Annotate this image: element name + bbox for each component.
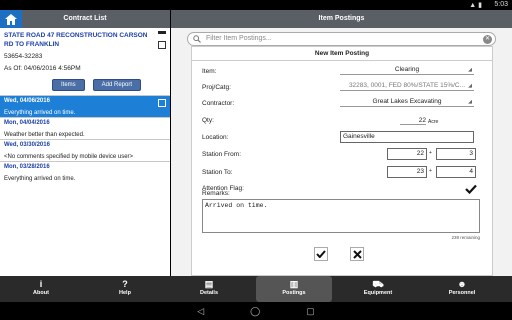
tab-label: About (33, 290, 49, 296)
collapse-icon[interactable] (158, 31, 166, 34)
system-nav-bar: ◁ ◯ ▢ (0, 302, 512, 320)
signal-icon: ▲ ▮ (469, 2, 482, 9)
report-text: <No comments specified by mobile device … (4, 154, 134, 160)
status-bar: ▲ ▮ 5:03 (0, 0, 512, 10)
report-text: Everything arrived on time. (4, 110, 76, 116)
report-text: Everything arrived on time. (4, 176, 76, 182)
station-from-a-input[interactable]: 22 (387, 148, 427, 160)
items-button[interactable]: Items (52, 79, 85, 91)
tab-label: Help (119, 290, 131, 296)
proj-catg-select[interactable]: 32283, 0001, FED 80%/STATE 15%/C... ◢ (340, 81, 474, 91)
back-icon[interactable]: ◁ (197, 306, 204, 317)
contract-list-title: Contract List (63, 15, 107, 22)
remarks-remaining: 239 remaining (451, 235, 480, 240)
tab-about[interactable]: i About (20, 276, 62, 302)
dropdown-arrow-icon: ◢ (468, 99, 472, 105)
tab-details[interactable]: ▤ Details (188, 276, 230, 302)
report-entry[interactable]: Wed, 03/30/2016 <No comments specified b… (0, 139, 170, 161)
new-item-posting-form: New Item Posting Item: Clearing ◢ Proj/Ca… (191, 46, 493, 276)
bottom-tab-bar: i About ? Help ▤ Details ▥ Postings ⛟ Eq… (0, 276, 512, 302)
dropdown-arrow-icon: ◢ (468, 67, 472, 73)
contract-summary: STATE ROAD 47 RECONSTRUCTION CARSON RD T… (0, 28, 170, 75)
clock: 5:03 (494, 1, 508, 8)
qty-label: Qty: (202, 117, 214, 124)
contractor-select[interactable]: Great Lakes Excavating ◢ (340, 97, 474, 107)
item-label: Item: (202, 68, 217, 75)
location-label: Location: (202, 134, 229, 141)
dropdown-arrow-icon: ◢ (468, 83, 472, 89)
checkmark-icon (465, 184, 477, 195)
tab-label: Equipment (363, 290, 393, 296)
tab-help[interactable]: ? Help (104, 276, 146, 302)
contract-actions: Items Add Report (0, 75, 170, 95)
station-to-label: Station To: (202, 169, 233, 176)
clear-filter-icon[interactable]: ✕ (483, 35, 492, 44)
add-report-button[interactable]: Add Report (92, 79, 142, 91)
contractor-label: Contractor: (202, 100, 235, 107)
equipment-icon: ⛟ (372, 279, 384, 289)
report-entry[interactable]: Wed, 04/06/2016 Everything arrived on ti… (0, 95, 170, 117)
item-select-value: Clearing (394, 66, 420, 73)
station-to-a-input[interactable]: 23 (387, 166, 427, 178)
tab-personnel[interactable]: ☻ Personnel (440, 276, 484, 302)
contract-title: STATE ROAD 47 RECONSTRUCTION CARSON RD T… (4, 32, 148, 48)
recents-icon[interactable]: ▢ (306, 306, 315, 317)
home-button[interactable] (0, 10, 22, 28)
edit-contract-icon[interactable] (158, 41, 166, 49)
filter-placeholder: Filter Item Postings... (206, 35, 272, 42)
report-date: Wed, 04/06/2016 (4, 98, 50, 104)
proj-catg-value: 32283, 0001, FED 80%/STATE 15%/C... (348, 82, 466, 89)
contractor-value: Great Lakes Excavating (372, 98, 442, 105)
tab-equipment[interactable]: ⛟ Equipment (356, 276, 400, 302)
close-icon (352, 249, 362, 259)
item-postings-panel: Item Postings Filter Item Postings... ✕ … (171, 10, 512, 276)
proj-catg-label: Proj/Catg: (202, 84, 231, 91)
qty-unit: Acre (428, 119, 439, 125)
remarks-label: Remarks: (202, 190, 230, 197)
contract-list-header: Contract List (0, 10, 170, 28)
remarks-textarea[interactable]: Arrived on time. (202, 199, 480, 233)
item-select[interactable]: Clearing ◢ (340, 65, 474, 75)
location-input[interactable]: Gainesville (340, 131, 474, 143)
report-entry[interactable]: Mon, 03/28/2016 Everything arrived on ti… (0, 161, 170, 183)
report-entry[interactable]: Mon, 04/04/2016 Weather better than expe… (0, 117, 170, 139)
edit-report-icon[interactable] (158, 99, 166, 107)
contract-number: 53654-32283 (4, 53, 43, 60)
home-nav-icon[interactable]: ◯ (250, 306, 260, 317)
personnel-icon: ☻ (457, 279, 467, 289)
report-text: Weather better than expected. (4, 132, 85, 138)
station-from-plus: + (429, 150, 432, 156)
filter-input[interactable]: Filter Item Postings... ✕ (187, 32, 496, 46)
postings-icon: ▥ (289, 279, 299, 289)
tab-label: Personnel (448, 290, 476, 296)
report-date: Wed, 03/30/2016 (4, 142, 50, 148)
form-title: New Item Posting (192, 47, 492, 61)
attention-flag-checkbox[interactable] (465, 181, 477, 199)
station-from-b-input[interactable]: 3 (436, 148, 476, 160)
cancel-button[interactable] (350, 247, 364, 261)
station-from-label: Station From: (202, 151, 242, 158)
report-date: Mon, 03/28/2016 (4, 164, 50, 170)
qty-input[interactable]: 22 (400, 117, 426, 125)
tab-postings[interactable]: ▥ Postings (256, 276, 332, 302)
save-button[interactable] (314, 247, 328, 261)
item-postings-title: Item Postings (171, 10, 512, 28)
info-icon: i (39, 279, 43, 289)
station-to-plus: + (429, 168, 432, 174)
help-icon: ? (122, 279, 128, 289)
details-icon: ▤ (204, 279, 214, 289)
contract-list-panel: Contract List STATE ROAD 47 RECONSTRUCTI… (0, 10, 170, 276)
check-icon (316, 250, 326, 258)
tab-label: Details (199, 290, 219, 296)
contract-as-of: As Of: 04/06/2016 4:56PM (4, 65, 81, 72)
report-date: Mon, 04/04/2016 (4, 120, 50, 126)
home-icon (5, 13, 17, 25)
station-to-b-input[interactable]: 4 (436, 166, 476, 178)
tab-label: Postings (282, 290, 306, 296)
